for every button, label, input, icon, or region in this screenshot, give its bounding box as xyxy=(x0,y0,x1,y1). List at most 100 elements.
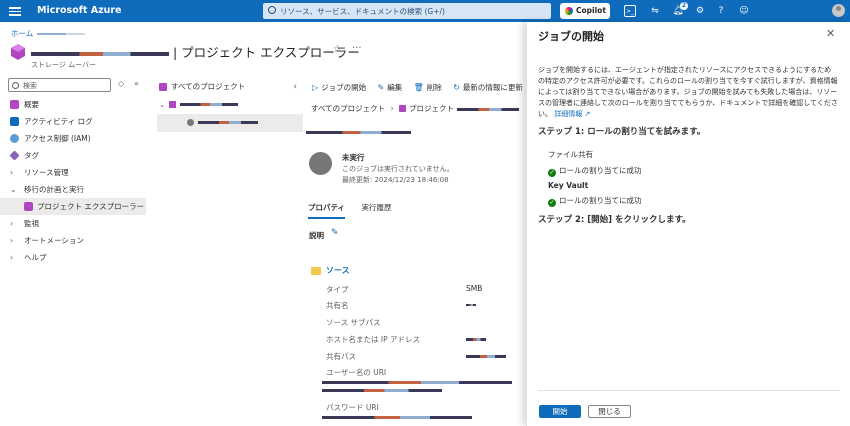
breadcrumb-redacted[interactable] xyxy=(37,33,86,35)
feedback-icon[interactable]: ☺ xyxy=(738,5,750,17)
chevron-right-icon: › xyxy=(10,236,14,245)
path-project[interactable]: プロジェクト xyxy=(409,104,454,113)
nav-collapse-icon[interactable]: « xyxy=(134,79,139,88)
copilot-icon xyxy=(565,7,573,15)
nav-item-iam[interactable]: アクセス制御 (IAM) xyxy=(0,130,146,147)
job-title-redacted xyxy=(306,128,411,137)
close-icon[interactable]: ✕ xyxy=(826,27,835,40)
nav-item-label: オートメーション xyxy=(24,236,84,245)
edit-label: 編集 xyxy=(387,83,403,92)
nav-item-tags[interactable]: タグ xyxy=(0,147,146,164)
tree-project-item[interactable]: ⌄ xyxy=(157,96,303,114)
job-status-avatar xyxy=(309,152,332,175)
external-link-icon: ↗ xyxy=(584,110,591,118)
success-check-icon: ✓ xyxy=(548,199,556,207)
chevron-down-icon: ⌄ xyxy=(159,100,166,109)
nav-item-monitoring[interactable]: › 監視 xyxy=(0,215,146,232)
edit-description-icon[interactable]: ✎ xyxy=(331,228,339,238)
step1-heading: ステップ 1: ロールの割り当てを試みます。 xyxy=(538,127,706,137)
close-button[interactable]: 閉じる xyxy=(588,405,631,418)
nav-item-automation[interactable]: › オートメーション xyxy=(0,232,146,249)
settings-icon[interactable]: ⚙ xyxy=(694,5,706,17)
job-icon xyxy=(187,119,194,126)
tree-all-projects[interactable]: すべてのプロジェクト ‹ xyxy=(157,78,303,96)
source-section-title: ソース xyxy=(326,266,350,275)
help-icon[interactable]: ? xyxy=(715,5,727,17)
start-button[interactable]: 開始 xyxy=(539,405,581,418)
collapse-panel-icon[interactable]: ‹ xyxy=(293,78,297,96)
tree-job-item[interactable] xyxy=(157,114,303,132)
more-options-icon[interactable]: ··· xyxy=(352,43,362,54)
nav-item-project-explorer[interactable]: プロジェクト エクスプローラー xyxy=(0,198,146,215)
edit-command[interactable]: ✎ 編集 xyxy=(378,82,403,93)
activity-log-icon xyxy=(10,117,19,126)
refresh-label: 最新の情報に更新 xyxy=(462,83,523,92)
tree-all-projects-label: すべてのプロジェクト xyxy=(171,82,246,91)
global-search-input[interactable]: リソース、サービス、ドキュメントの検索 (G+/) xyxy=(263,3,551,19)
nav-item-label: プロジェクト エクスプローラー xyxy=(37,202,145,211)
path-all-projects[interactable]: すべてのプロジェクト xyxy=(311,104,385,113)
refresh-icon: ↻ xyxy=(453,83,460,92)
panel-title: ジョブの開始 xyxy=(538,30,604,43)
account-avatar[interactable] xyxy=(832,4,845,17)
search-icon xyxy=(268,6,276,14)
project-name-redacted xyxy=(180,103,238,106)
password-uri-redacted xyxy=(322,416,472,419)
breadcrumb-home[interactable]: ホーム xyxy=(11,29,33,38)
more-info-link[interactable]: 詳細情報 ↗ xyxy=(554,110,590,118)
nav-item-resource-management[interactable]: › リソース管理 xyxy=(0,164,146,181)
tab-run-history[interactable]: 実行履歴 xyxy=(361,202,391,217)
directory-filter-icon[interactable]: ⇋ xyxy=(649,5,661,17)
nav-item-label: 移行の計画と実行 xyxy=(24,185,84,194)
command-bar: ▷ ジョブの開始 ✎ 編集 🗑︎ 削除 ↻ 最新の情報に更新 xyxy=(312,82,532,93)
copilot-button[interactable]: Copilot xyxy=(560,3,610,19)
job-status: 未実行 xyxy=(342,153,365,162)
delete-command[interactable]: 🗑︎ 削除 xyxy=(414,82,442,93)
nav-search-placeholder: 検索 xyxy=(23,82,37,90)
panel-intro: ジョブを開始するには、エージェントが指定されたリソースにアクセスできるようにする… xyxy=(538,65,838,120)
job-last-updated: 最終更新: 2024/12/23 18:46:08 xyxy=(342,176,449,184)
chevron-right-icon: › xyxy=(10,168,14,177)
top-bar: Microsoft Azure リソース、サービス、ドキュメントの検索 (G+/… xyxy=(0,0,850,22)
chevron-down-icon: ⌄ xyxy=(10,185,17,194)
nav-search-input[interactable]: 検索 xyxy=(8,78,111,92)
prop-share-path-label: 共有パス xyxy=(326,352,356,361)
file-share-label: ファイル共有 xyxy=(548,150,593,159)
brand-name[interactable]: Microsoft Azure xyxy=(37,5,122,16)
success-check-icon: ✓ xyxy=(548,169,556,177)
nav-item-overview[interactable]: 概要 xyxy=(0,96,146,113)
nav-item-label: 監視 xyxy=(24,219,39,228)
tab-properties[interactable]: プロパティ xyxy=(308,202,346,219)
project-icon xyxy=(398,105,406,112)
project-explorer-icon xyxy=(24,202,33,211)
cloud-shell-icon[interactable]: >_ xyxy=(624,5,636,17)
role-success-text: ロールの割り当てに成功 xyxy=(559,196,642,205)
page-title: | プロジェクト エクスプローラー xyxy=(31,42,360,61)
nav-item-migration-plan[interactable]: ⌄ 移行の計画と実行 xyxy=(0,181,146,198)
share-path-redacted xyxy=(466,355,506,358)
search-icon xyxy=(12,82,19,89)
start-job-command[interactable]: ▷ ジョブの開始 xyxy=(312,82,366,93)
iam-icon xyxy=(10,134,19,143)
panel-footer-divider xyxy=(538,390,840,391)
prop-host-label: ホスト名または IP アドレス xyxy=(326,335,421,344)
storage-mover-icon xyxy=(159,83,167,91)
page-subtitle: ストレージ ムーバー xyxy=(31,61,97,69)
step2-heading: ステップ 2: [開始] をクリックします。 xyxy=(538,215,691,225)
key-vault-role-status: ✓ ロールの割り当てに成功 xyxy=(548,195,642,207)
nav-item-label: アクセス制御 (IAM) xyxy=(24,134,91,143)
left-nav: 概要 アクティビティ ログ アクセス制御 (IAM) タグ › リソース管理 ⌄… xyxy=(0,96,146,266)
favorite-star-icon[interactable]: ☆ xyxy=(333,44,342,55)
menu-icon[interactable] xyxy=(9,5,21,17)
chevron-right-icon: › xyxy=(10,253,14,262)
nav-expand-icon[interactable]: ◇ xyxy=(118,79,124,88)
nav-item-help[interactable]: › ヘルプ xyxy=(0,249,146,266)
tag-icon xyxy=(9,150,20,161)
nav-item-activity-log[interactable]: アクティビティ ログ xyxy=(0,113,146,130)
share-name-redacted xyxy=(466,304,476,306)
storage-mover-icon xyxy=(11,44,25,60)
start-job-label: ジョブの開始 xyxy=(321,83,367,92)
page-title-text: | プロジェクト エクスプローラー xyxy=(173,45,360,60)
key-vault-label: Key Vault xyxy=(548,181,589,190)
refresh-command[interactable]: ↻ 最新の情報に更新 xyxy=(453,82,523,93)
